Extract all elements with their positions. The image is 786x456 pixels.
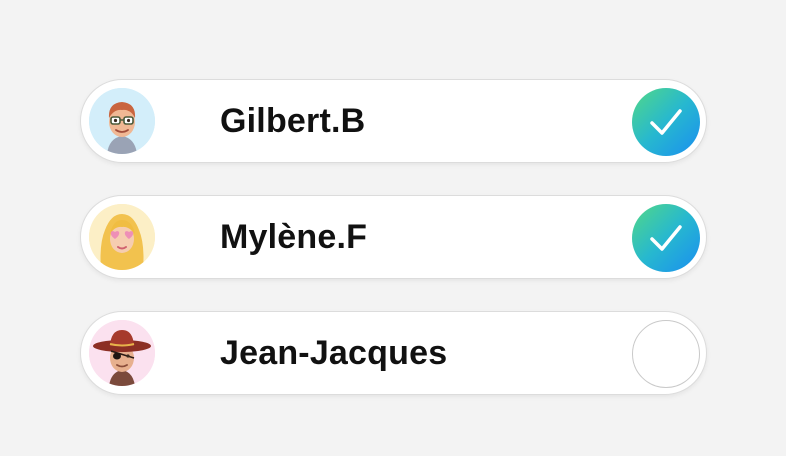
contact-row-mylene[interactable]: Mylène.F bbox=[80, 195, 707, 279]
memoji-red-hair-glasses-icon bbox=[89, 88, 155, 154]
checkmark-icon bbox=[650, 225, 682, 251]
memoji-blonde-heart-glasses-icon bbox=[89, 204, 155, 270]
memoji-sombrero-eyepatch-icon bbox=[89, 320, 155, 386]
contact-name: Mylène.F bbox=[220, 218, 368, 256]
contact-list: Gilbert.B Mylène.F Jean-Jacques bbox=[80, 79, 707, 395]
contact-row-gilbert[interactable]: Gilbert.B bbox=[80, 79, 707, 163]
contact-row-jean-jacques[interactable]: Jean-Jacques bbox=[80, 311, 707, 395]
contact-name: Jean-Jacques bbox=[220, 334, 448, 372]
contact-name: Gilbert.B bbox=[220, 102, 366, 140]
checked-checkbox[interactable] bbox=[632, 204, 700, 272]
checkmark-icon bbox=[650, 109, 682, 135]
unchecked-checkbox[interactable] bbox=[632, 320, 700, 388]
checked-checkbox[interactable] bbox=[632, 88, 700, 156]
